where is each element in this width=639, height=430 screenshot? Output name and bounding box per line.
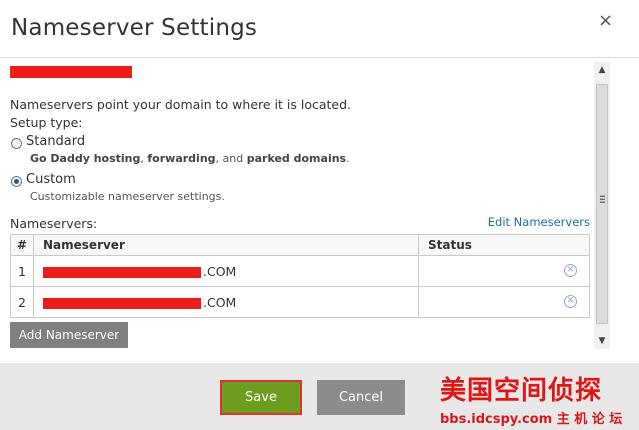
- column-header-status: Status: [418, 234, 590, 256]
- sub-text: .: [346, 152, 350, 165]
- scrollbar-thumb[interactable]: ━ ━ ━: [596, 84, 608, 324]
- standard-radio[interactable]: [11, 138, 22, 149]
- save-button[interactable]: Save: [220, 380, 302, 415]
- table-header-row: # Nameserver Status: [10, 234, 590, 256]
- nameserver-suffix: .COM: [203, 294, 237, 310]
- close-icon[interactable]: ×: [598, 10, 613, 31]
- sub-highlight: forwarding: [147, 152, 216, 165]
- nameservers-label: Nameservers:: [10, 216, 98, 231]
- sub-text: , and: [215, 152, 247, 165]
- status-cell: ✕: [418, 255, 590, 287]
- custom-option-label[interactable]: Custom: [26, 172, 76, 187]
- column-header-number: #: [10, 234, 34, 256]
- grip-icon: ━ ━ ━: [600, 192, 605, 207]
- dialog-title: Nameserver Settings: [11, 15, 258, 41]
- nameserver-description: Nameservers point your domain to where i…: [10, 97, 351, 112]
- arrow-up-icon[interactable]: ▲: [594, 62, 610, 78]
- edit-nameservers-link[interactable]: Edit Nameservers: [488, 215, 590, 229]
- content-scrollbar[interactable]: ▲ ━ ━ ━ ▼: [594, 62, 610, 349]
- redacted-domain-name: [10, 66, 132, 78]
- setup-type-label: Setup type:: [10, 115, 83, 130]
- status-cell: ✕: [418, 286, 590, 318]
- nameserver-settings-dialog: Nameserver Settings × Nameservers point …: [0, 0, 639, 430]
- cancel-button[interactable]: Cancel: [317, 380, 405, 415]
- custom-option-description: Customizable nameserver settings.: [30, 190, 225, 203]
- sub-highlight: Go Daddy hosting: [30, 152, 141, 165]
- watermark-url: bbs.idcspy.com 主 机 论 坛: [440, 412, 623, 427]
- dialog-content: Nameservers point your domain to where i…: [0, 58, 610, 363]
- watermark-title: 美国空间侦探: [440, 376, 603, 406]
- sub-highlight: parked domains: [246, 152, 347, 165]
- arrow-down-icon[interactable]: ▼: [594, 333, 610, 349]
- row-number: 1: [10, 255, 34, 287]
- table-row: 1 .COM ✕: [10, 255, 590, 287]
- redacted-nameserver: [43, 266, 201, 278]
- nameservers-table: # Nameserver Status 1 .COM ✕ 2 .COM ✕: [10, 234, 590, 318]
- row-number: 2: [10, 286, 34, 318]
- custom-radio[interactable]: [11, 176, 22, 187]
- standard-option-description: Go Daddy hosting, forwarding, and parked…: [30, 152, 350, 165]
- nameserver-suffix: .COM: [203, 263, 237, 279]
- nameserver-cell: .COM: [33, 286, 419, 318]
- watermark: 美国空间侦探 bbs.idcspy.com 主 机 论 坛: [440, 370, 639, 430]
- column-header-nameserver: Nameserver: [33, 234, 419, 256]
- table-row: 2 .COM ✕: [10, 286, 590, 318]
- remove-circle-icon[interactable]: ✕: [564, 264, 577, 277]
- standard-option-label[interactable]: Standard: [26, 134, 85, 149]
- remove-circle-icon[interactable]: ✕: [564, 295, 577, 308]
- redacted-nameserver: [43, 297, 201, 309]
- nameserver-cell: .COM: [33, 255, 419, 287]
- add-nameserver-button[interactable]: Add Nameserver: [10, 322, 128, 348]
